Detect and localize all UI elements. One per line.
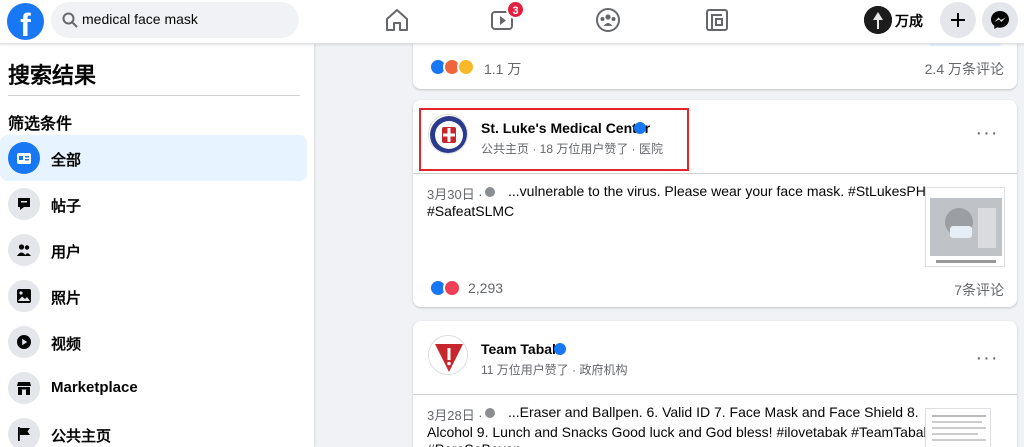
post-text-line: #SafeatSLMC	[427, 203, 515, 219]
globe-icon	[485, 187, 495, 197]
sidebar-item-label: 用户	[51, 244, 82, 261]
sidebar-item-posts[interactable]: 帖子	[0, 181, 307, 227]
sidebar-item-videos[interactable]: 视频	[0, 319, 307, 365]
sidebar-item-label: 帖子	[51, 198, 82, 215]
sidebar-item-photos[interactable]: 照片	[0, 273, 307, 319]
result-card-team-tabak: Team Tabak 11 万位用户赞了 · 政府机构 ··· 3月28日 · …	[413, 321, 1017, 447]
sidebar-item-label: 照片	[51, 290, 82, 307]
video-icon	[17, 335, 31, 349]
sidebar-item-label: Marketplace	[51, 379, 138, 396]
reaction-icons[interactable]	[429, 58, 479, 76]
messenger-button[interactable]	[982, 2, 1018, 38]
sidebar-item-marketplace[interactable]: Marketplace	[0, 365, 307, 411]
sidebar-item-label: 全部	[51, 152, 82, 169]
marketplace-icon	[17, 382, 31, 395]
page-title: 搜索结果	[8, 63, 97, 88]
facebook-logo[interactable]: f	[7, 3, 44, 40]
more-options-button[interactable]: ···	[969, 118, 1005, 154]
reaction-count[interactable]: 1.1 万	[484, 59, 521, 79]
search-results-sidebar: 搜索结果 筛选条件 全部 帖子 用户 照片 视频 Marketplace 公共主…	[0, 44, 314, 447]
page-logo[interactable]	[428, 335, 468, 375]
page-meta: 11 万位用户赞了 · 政府机构	[481, 363, 628, 377]
comment-count[interactable]: 7条评论	[954, 280, 1004, 300]
home-icon[interactable]	[383, 6, 411, 34]
filter-heading: 筛选条件	[8, 116, 73, 133]
page-name-link[interactable]: Team Tabak	[481, 341, 560, 357]
post-text-line: ...Eraser and Ballpen. 6. Valid ID 7. Fa…	[508, 404, 919, 420]
post-text-line: #ParaSaBayan	[427, 439, 521, 447]
top-navigation-bar: f medical face mask 3 万成	[0, 0, 1024, 44]
create-button[interactable]	[940, 2, 976, 38]
verified-badge-icon	[554, 343, 566, 355]
sidebar-item-label: 视频	[51, 336, 82, 353]
love-icon	[443, 279, 461, 297]
sidebar-item-people[interactable]: 用户	[0, 227, 307, 273]
divider	[413, 394, 1017, 395]
post-thumbnail[interactable]	[925, 408, 991, 447]
people-icon	[17, 244, 31, 256]
posts-icon	[18, 198, 30, 210]
divider	[8, 95, 300, 96]
divider	[413, 173, 1017, 174]
flag-icon	[18, 427, 30, 441]
search-query: medical face mask	[82, 11, 198, 27]
sidebar-item-label: 公共主页	[51, 428, 112, 445]
annotation-highlight-box	[419, 108, 689, 171]
watch-notification-badge: 3	[506, 0, 525, 19]
profile-name: 万成	[895, 13, 923, 29]
post-text-line: ...vulnerable to the virus. Please wear …	[508, 183, 926, 199]
sidebar-item-pages[interactable]: 公共主页	[0, 411, 307, 447]
reaction-count[interactable]: 2,293	[468, 280, 503, 296]
photos-icon	[17, 289, 31, 303]
haha-icon	[457, 58, 475, 76]
search-input[interactable]: medical face mask	[51, 2, 299, 38]
gaming-icon[interactable]	[703, 6, 731, 34]
plus-icon	[951, 13, 965, 27]
groups-icon[interactable]	[594, 6, 622, 34]
post-thumbnail[interactable]	[925, 187, 1005, 267]
comment-count[interactable]: 2.4 万条评论	[925, 59, 1004, 79]
globe-icon	[485, 408, 495, 418]
search-icon	[62, 12, 78, 28]
reaction-icons[interactable]	[429, 279, 465, 297]
more-options-button[interactable]: ···	[969, 343, 1005, 379]
avatar	[864, 6, 892, 34]
messenger-icon	[991, 11, 1009, 29]
sidebar-item-all[interactable]: 全部	[0, 135, 307, 181]
all-icon	[17, 153, 31, 164]
